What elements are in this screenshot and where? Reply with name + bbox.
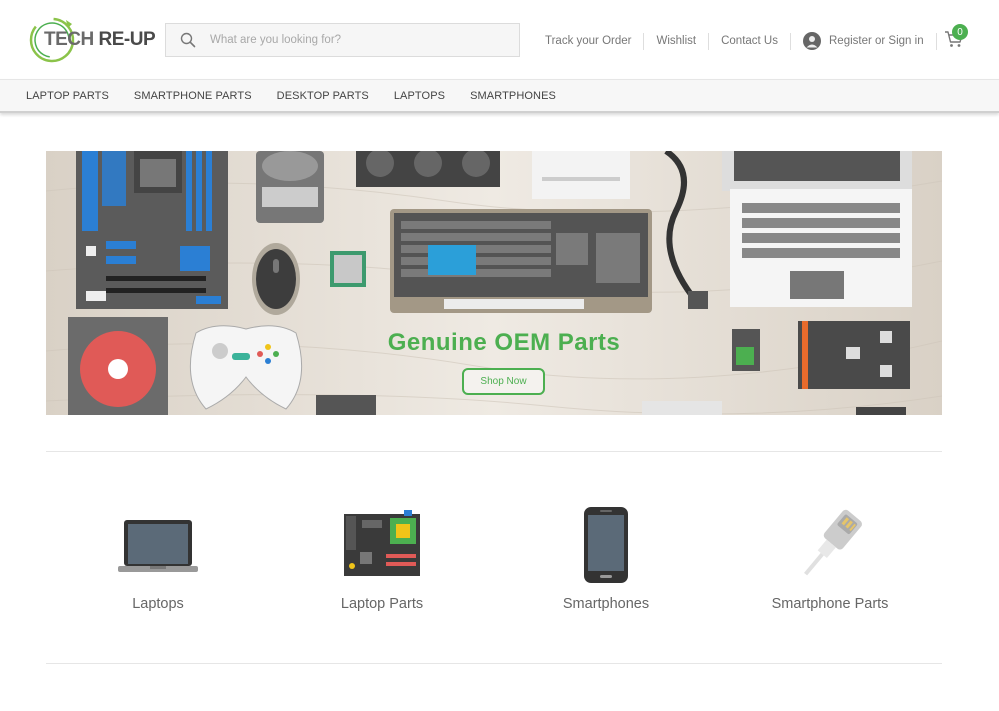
category-laptops[interactable]: Laptops — [46, 496, 270, 626]
cable-icon — [718, 500, 942, 590]
logo-text-tech: TECH — [44, 29, 99, 50]
logo-text: TECH RE-UP — [44, 29, 156, 51]
category-laptop-parts[interactable]: Laptop Parts — [270, 496, 494, 626]
user-icon — [803, 32, 821, 50]
hero-banner[interactable]: Genuine OEM Parts Shop Now — [46, 151, 942, 415]
category-smartphone-parts[interactable]: Smartphone Parts — [718, 496, 942, 626]
nav-item-desktop-parts[interactable]: DESKTOP PARTS — [277, 80, 369, 112]
account-label[interactable]: Register or Sign in — [829, 35, 924, 47]
track-order-link[interactable]: Track your Order — [545, 35, 631, 47]
category-smartphones[interactable]: Smartphones — [494, 496, 718, 626]
divider — [708, 32, 710, 50]
divider — [790, 32, 791, 50]
cart-count-badge: 0 — [952, 24, 968, 40]
search-input[interactable] — [210, 34, 500, 46]
search-bar — [165, 23, 520, 57]
top-links: Track your Order Wishlist Contact Us Reg… — [545, 32, 949, 50]
nav-item-laptop-parts[interactable]: LAPTOP PARTS — [26, 80, 109, 112]
category-label: Laptops — [132, 596, 184, 612]
contact-link[interactable]: Contact Us — [721, 35, 778, 47]
divider — [46, 451, 942, 452]
divider — [46, 663, 942, 664]
shop-now-button[interactable]: Shop Now — [462, 368, 545, 395]
divider — [643, 32, 645, 50]
banner-title: Genuine OEM Parts — [387, 329, 621, 356]
category-list: Laptops Laptop Parts Smartphones Smartph… — [46, 496, 942, 626]
nav-item-smartphones[interactable]: SMARTPHONES — [470, 80, 556, 112]
nav-item-smartphone-parts[interactable]: SMARTPHONE PARTS — [134, 80, 252, 112]
category-label: Smartphone Parts — [771, 596, 889, 612]
nav-item-laptops[interactable]: LAPTOPS — [394, 80, 445, 112]
category-label: Smartphones — [562, 596, 650, 612]
smartphone-icon — [494, 500, 718, 590]
divider — [935, 32, 937, 50]
main-nav: LAPTOP PARTS SMARTPHONE PARTS DESKTOP PA… — [0, 79, 999, 113]
site-header: TECH RE-UP Track your Order Wishlist Con… — [0, 0, 999, 79]
wishlist-link[interactable]: Wishlist — [656, 35, 696, 47]
search-icon[interactable] — [166, 32, 210, 48]
laptop-icon — [46, 500, 270, 590]
category-label: Laptop Parts — [340, 596, 424, 612]
motherboard-icon — [270, 500, 494, 590]
logo-text-reup: RE-UP — [98, 29, 156, 50]
account-link[interactable]: Register or Sign in — [803, 32, 924, 50]
logo[interactable]: TECH RE-UP — [28, 16, 158, 64]
